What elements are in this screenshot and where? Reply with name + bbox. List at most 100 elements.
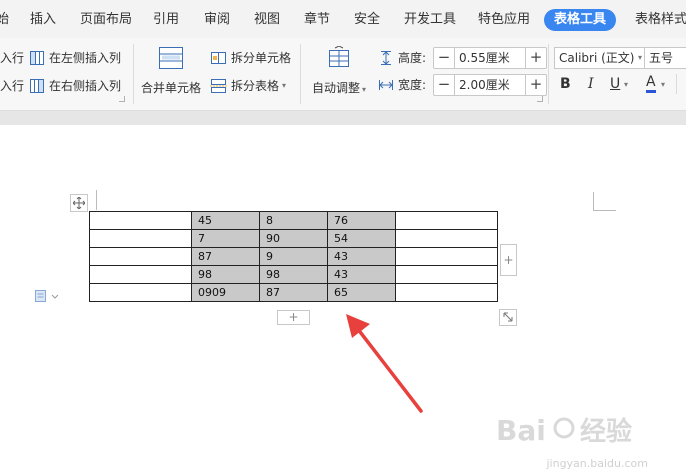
split-cells-button[interactable]: 拆分单元格 bbox=[210, 49, 291, 66]
table-cell[interactable]: 90 bbox=[259, 229, 328, 248]
table-cell[interactable]: 7 bbox=[191, 229, 260, 248]
table-cell[interactable] bbox=[395, 265, 498, 284]
move-icon bbox=[72, 196, 86, 210]
table-cell[interactable] bbox=[89, 211, 192, 230]
col-width-decrement-button[interactable]: − bbox=[434, 75, 454, 95]
tab-table-styles[interactable]: 表格样式 bbox=[635, 11, 686, 29]
table-cell[interactable] bbox=[395, 211, 498, 230]
tab-start[interactable]: 始 bbox=[0, 11, 9, 29]
table-cell[interactable] bbox=[395, 229, 498, 248]
split-table-icon bbox=[210, 78, 227, 93]
table-cell[interactable]: 45 bbox=[191, 211, 260, 230]
table-cell[interactable]: 87 bbox=[259, 283, 328, 302]
table-cell[interactable]: 98 bbox=[191, 265, 260, 284]
table-cell[interactable]: 76 bbox=[327, 211, 396, 230]
tab-references[interactable]: 引用 bbox=[153, 11, 179, 29]
ribbon-separator bbox=[133, 44, 134, 104]
add-row-button[interactable]: + bbox=[277, 310, 310, 325]
font-color-button[interactable]: A bbox=[646, 74, 656, 93]
font-size-select[interactable]: 五号 bbox=[644, 47, 686, 69]
font-size-value: 五号 bbox=[649, 51, 674, 65]
row-height-spinner: − 0.55厘米 + bbox=[433, 47, 547, 69]
table-cell[interactable] bbox=[395, 283, 498, 302]
tab-table-tools[interactable]: 表格工具 bbox=[544, 9, 617, 31]
split-table-dropdown-icon: ▾ bbox=[282, 81, 287, 90]
table-cell[interactable]: 8 bbox=[259, 211, 328, 230]
data-table: 45 8 76 7 90 54 87 9 43 98 98 43 0909 87… bbox=[89, 211, 498, 302]
tab-special-apps[interactable]: 特色应用 bbox=[478, 11, 530, 29]
col-width-increment-button[interactable]: + bbox=[526, 75, 546, 95]
page-gutter bbox=[0, 111, 686, 125]
tab-review[interactable]: 审阅 bbox=[204, 11, 230, 29]
insert-row-above-button[interactable]: 入行 bbox=[0, 49, 24, 66]
table-cell[interactable]: 87 bbox=[191, 247, 260, 266]
table-cell[interactable] bbox=[89, 265, 192, 284]
table-cell[interactable]: 0909 bbox=[191, 283, 260, 302]
row-height-decrement-button[interactable]: − bbox=[434, 48, 454, 68]
insert-col-left-button[interactable]: 在左侧插入列 bbox=[29, 49, 121, 66]
ribbon-separator bbox=[548, 44, 549, 104]
table-cell[interactable]: 43 bbox=[327, 247, 396, 266]
table-cell[interactable]: 98 bbox=[259, 265, 328, 284]
merge-cells-button[interactable]: 合并单元格 bbox=[140, 46, 202, 96]
paragraph-layout-icon[interactable] bbox=[34, 289, 62, 303]
table-cell[interactable]: 9 bbox=[259, 247, 328, 266]
insert-col-right-button[interactable]: 在右侧插入列 bbox=[29, 77, 121, 94]
ribbon-separator bbox=[676, 74, 677, 94]
insert-row-below-button[interactable]: 入行 bbox=[0, 77, 24, 94]
annotation-arrow-icon bbox=[346, 314, 423, 413]
row-height-icon bbox=[381, 50, 391, 65]
table-cell[interactable]: 65 bbox=[327, 283, 396, 302]
auto-fit-icon bbox=[329, 45, 349, 67]
svg-text:Bai: Bai bbox=[496, 414, 546, 447]
font-color-dropdown-icon[interactable]: ▾ bbox=[661, 80, 665, 89]
insert-row-below-label: 入行 bbox=[0, 79, 25, 93]
ribbon-separator bbox=[300, 44, 301, 104]
row-height-input[interactable]: 0.55厘米 bbox=[454, 48, 526, 68]
table-cell[interactable] bbox=[395, 247, 498, 266]
group-launcher-icon[interactable] bbox=[537, 96, 543, 102]
auto-fit-label: 自动调整 bbox=[311, 81, 360, 95]
font-name-select[interactable]: Calibri (正文) ▾ bbox=[554, 47, 646, 69]
table-cell[interactable]: 43 bbox=[327, 265, 396, 284]
italic-button[interactable]: I bbox=[588, 76, 594, 92]
insert-col-left-icon bbox=[30, 50, 44, 65]
page-margin-mark-left bbox=[96, 190, 97, 210]
row-height-increment-button[interactable]: + bbox=[526, 48, 546, 68]
table-resize-handle[interactable] bbox=[499, 309, 517, 326]
table-cell[interactable] bbox=[89, 283, 192, 302]
underline-dropdown-icon[interactable]: ▾ bbox=[624, 80, 628, 89]
tab-view[interactable]: 视图 bbox=[254, 11, 280, 29]
col-width-input[interactable]: 2.00厘米 bbox=[454, 75, 526, 95]
tab-page-layout[interactable]: 页面布局 bbox=[80, 11, 132, 29]
font-name-dropdown-icon: ▾ bbox=[637, 53, 642, 62]
table-row: 45 8 76 bbox=[89, 211, 498, 230]
split-cells-icon bbox=[211, 51, 226, 64]
underline-button[interactable]: U bbox=[610, 76, 620, 92]
insert-col-right-label: 在右侧插入列 bbox=[49, 79, 122, 93]
table-move-handle[interactable] bbox=[70, 194, 88, 212]
split-table-button[interactable]: 拆分表格 ▾ bbox=[210, 77, 286, 94]
table-cell[interactable] bbox=[89, 247, 192, 266]
bold-button[interactable]: B bbox=[560, 76, 571, 92]
menu-bar: 始 插入 页面布局 引用 审阅 视图 章节 安全 开发工具 特色应用 表格工具 … bbox=[0, 0, 686, 38]
tab-security[interactable]: 安全 bbox=[354, 11, 380, 29]
table-cell[interactable] bbox=[89, 229, 192, 248]
insert-col-right-icon bbox=[30, 78, 44, 93]
tab-insert[interactable]: 插入 bbox=[30, 11, 56, 29]
col-width-label: 宽度: bbox=[398, 78, 427, 92]
insert-col-left-label: 在左侧插入列 bbox=[49, 51, 122, 65]
table-row: 7 90 54 bbox=[89, 229, 498, 248]
split-cells-label: 拆分单元格 bbox=[231, 51, 292, 65]
table-cell[interactable]: 54 bbox=[327, 229, 396, 248]
add-column-button[interactable]: + bbox=[500, 244, 517, 276]
group-launcher-icon[interactable] bbox=[119, 96, 125, 102]
tab-developer-tools[interactable]: 开发工具 bbox=[404, 11, 456, 29]
row-height-label-group: 高度: bbox=[378, 49, 426, 66]
col-width-label-group: 宽度: bbox=[378, 76, 426, 93]
tab-chapter[interactable]: 章节 bbox=[304, 11, 330, 29]
split-table-label: 拆分表格 bbox=[231, 79, 280, 93]
ribbon-toolbar: 入行 入行 在左侧插入列 在右侧插入列 合并单元格 拆分单元格 拆分表格 ▾ 自… bbox=[0, 38, 686, 111]
svg-text:经验: 经验 bbox=[580, 416, 632, 447]
auto-fit-button[interactable]: 自动调整 ▾ bbox=[308, 45, 370, 96]
